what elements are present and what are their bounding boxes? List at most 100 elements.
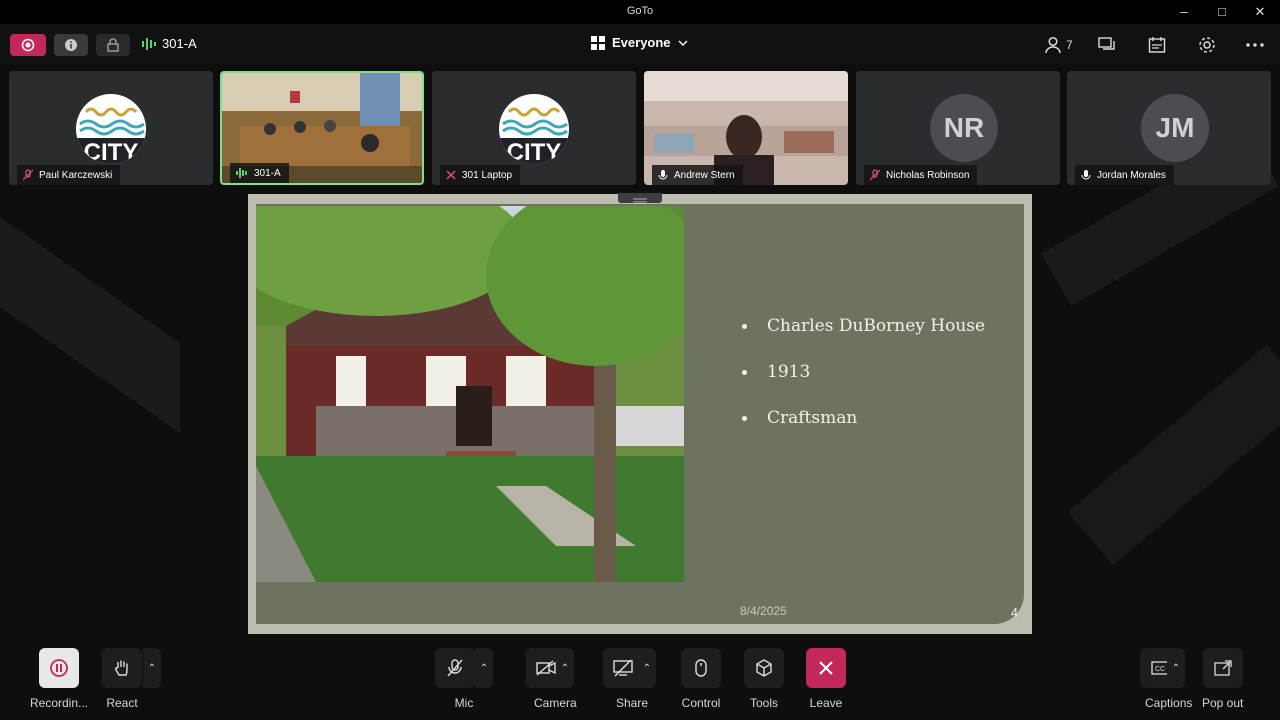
react-control[interactable]: React [102,648,142,710]
participant-name: 301 Laptop [462,169,513,181]
leave-control[interactable]: Leave [806,648,846,710]
chat-button[interactable] [1098,34,1116,56]
participant-name: Paul Karczewski [39,169,113,181]
raise-hand-icon [114,660,128,676]
view-label: Everyone [612,35,671,50]
close-window-button[interactable]: ✕ [1248,3,1272,21]
bullet-item: Craftsman [742,408,985,428]
minimize-button[interactable]: – [1172,3,1196,21]
captions-label: Captions [1145,696,1193,710]
resize-handle[interactable] [618,193,662,203]
react-options-caret[interactable]: ⌃ [143,648,161,688]
svg-text:CITY: CITY [84,139,139,164]
close-icon [819,661,833,675]
captions-options-caret[interactable]: ⌃ [1167,648,1185,688]
background-shape [1067,344,1280,566]
person-icon [1045,36,1061,54]
window-titlebar: GoTo – □ ✕ [0,0,1280,24]
calendar-icon [1148,37,1166,53]
nameplate: Nicholas Robinson [864,165,978,185]
more-options-button[interactable] [1246,34,1264,56]
maximize-button[interactable]: □ [1210,3,1234,21]
tools-button[interactable] [744,648,784,688]
share-label: Share [616,696,649,710]
react-button[interactable] [102,648,142,688]
audio-level-icon [142,37,156,50]
room-name: 301-A [162,36,197,51]
mouse-icon [695,659,707,677]
audio-active-icon [236,168,247,178]
share-options-caret[interactable]: ⌃ [638,648,656,688]
speaker-muted-icon [446,170,456,180]
bullet-text: Charles DuBorney House [767,316,986,336]
chevron-down-icon [678,40,688,46]
record-icon [21,38,35,52]
meeting-toolbar: 301-A Everyone 7 [0,24,1280,64]
participants-button[interactable]: 7 [1044,34,1073,56]
shared-screen[interactable]: Charles DuBorney House 1913 Craftsman 8/… [248,193,1032,634]
mic-options-caret[interactable]: ⌃ [475,648,493,688]
remote-control-button[interactable] [681,648,721,688]
bullet-text: 1913 [767,362,811,382]
participant-name: Andrew Stern [674,169,735,181]
participant-tile[interactable]: JM Jordan Morales [1067,71,1271,185]
room-indicator: 301-A [142,36,197,51]
bullet-item: Charles DuBorney House [742,316,985,336]
mic-control[interactable]: Mic [435,648,475,710]
slide-bullet-list: Charles DuBorney House 1913 Craftsman [742,316,985,454]
nameplate: Paul Karczewski [17,165,121,185]
schedule-button[interactable] [1148,34,1166,56]
mic-button[interactable] [435,648,475,688]
recording-button[interactable] [39,648,80,688]
participant-name: Jordan Morales [1097,169,1166,181]
settings-button[interactable] [1198,34,1216,56]
slide-page-number: 4 [1010,605,1018,620]
camera-label: Camera [534,696,577,710]
window-title: GoTo [626,5,654,17]
view-selector[interactable]: Everyone [591,35,688,50]
participant-tile[interactable]: CITY 301 Laptop [432,71,636,185]
leave-label: Leave [809,696,843,710]
info-icon [65,39,77,51]
nameplate: Andrew Stern [652,165,743,185]
popout-control[interactable]: Pop out [1202,648,1243,710]
nameplate: Jordan Morales [1075,165,1174,185]
control-label: Control [681,696,721,710]
participant-tile[interactable]: Andrew Stern [644,71,848,185]
popout-label: Pop out [1202,696,1244,710]
cube-icon [756,659,772,677]
captions-icon: CC [1151,661,1169,675]
svg-text:CC: CC [1155,666,1165,673]
tools-label: Tools [749,696,778,710]
camera-options-caret[interactable]: ⌃ [556,648,574,688]
leave-button[interactable] [806,648,846,688]
control-control[interactable]: Control [681,648,721,710]
house-photo [256,206,684,582]
slide-date: 8/4/2025 [740,604,787,618]
initials-avatar: JM [1141,94,1209,162]
mic-icon [658,170,668,180]
recording-indicator-button[interactable] [10,34,46,56]
background-shape [0,216,180,434]
react-label: React [106,696,138,710]
lock-meeting-button[interactable] [96,34,130,56]
gear-icon [1199,37,1215,53]
popout-button[interactable] [1202,648,1243,688]
mic-muted-icon [447,659,463,677]
chat-icon [1098,37,1115,50]
city-logo-avatar: CITY [499,94,569,164]
participant-tile[interactable]: CITY Paul Karczewski [9,71,213,185]
meeting-info-button[interactable] [54,34,88,56]
lock-icon [107,38,119,52]
slide-content: Charles DuBorney House 1913 Craftsman 8/… [256,204,1024,624]
share-screen-off-icon [613,659,633,677]
participant-tile[interactable]: NR Nicholas Robinson [856,71,1060,185]
recording-control[interactable]: Recordin... [30,648,88,710]
svg-text:CITY: CITY [507,139,562,164]
bullet-text: Craftsman [767,408,858,428]
mic-muted-icon [23,169,33,181]
tools-control[interactable]: Tools [744,648,784,710]
more-icon [1246,43,1264,47]
participant-tile-active[interactable]: 301-A [220,71,424,185]
grid-icon [591,35,605,50]
